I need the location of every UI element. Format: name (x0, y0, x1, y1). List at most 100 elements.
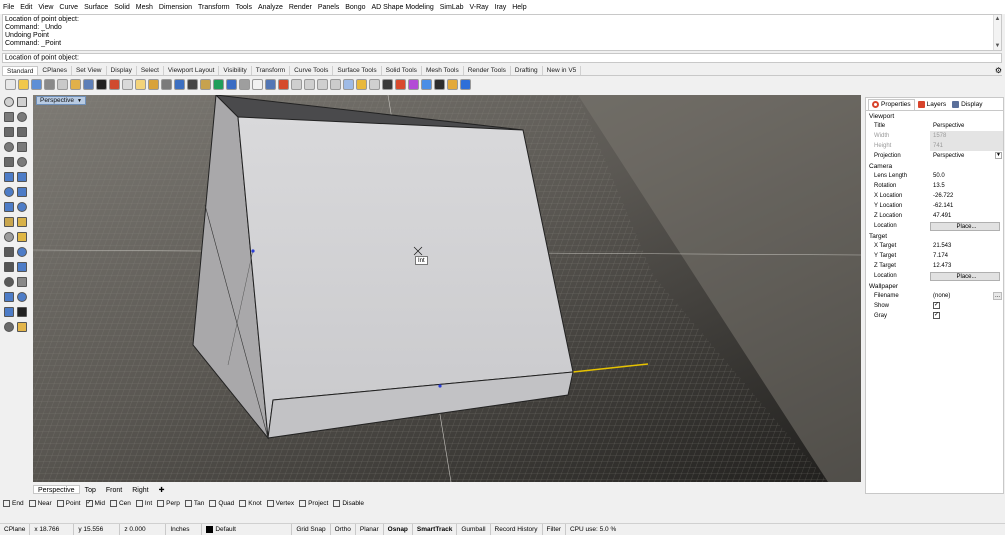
menu-item-mesh[interactable]: Mesh (136, 4, 153, 11)
projection-select[interactable]: Perspective ▼ (930, 151, 1003, 161)
toolbar-tool-icon[interactable] (148, 79, 159, 90)
command-history-scrollbar[interactable]: ▲ ▼ (993, 15, 1001, 50)
menu-item-tools[interactable]: Tools (236, 4, 252, 11)
osnap-checkbox[interactable] (333, 499, 341, 507)
menu-item-render[interactable]: Render (289, 4, 312, 11)
toolbar-tool-icon[interactable] (5, 79, 16, 90)
toolbar-tool-icon[interactable] (213, 79, 224, 90)
left-tool-icon[interactable] (4, 187, 14, 197)
viewport-canvas[interactable] (33, 95, 861, 482)
dropdown-arrow-icon[interactable]: ▼ (77, 98, 82, 104)
left-tool-icon[interactable] (17, 292, 27, 302)
osnap-checkbox[interactable] (209, 499, 217, 507)
grid-snap-toggle[interactable]: Grid Snap (292, 524, 331, 535)
osnap-checkbox[interactable] (266, 499, 274, 507)
toolbar-tool-icon[interactable] (135, 79, 146, 90)
osnap-perp[interactable]: Perp (157, 499, 180, 507)
osnap-project[interactable]: Project (299, 499, 328, 507)
add-viewport-icon[interactable]: ✚ (154, 485, 170, 494)
osnap-checkbox[interactable] (28, 499, 36, 507)
osnap-point[interactable]: Point (56, 499, 81, 507)
left-tool-icon[interactable] (4, 112, 14, 122)
osnap-mid[interactable]: ✓ Mid (85, 499, 105, 507)
left-tool-icon[interactable] (17, 127, 27, 137)
left-tool-icon[interactable] (4, 262, 14, 272)
toolbar-tool-icon[interactable] (187, 79, 198, 90)
menu-item-ad-shape-modeling[interactable]: AD Shape Modeling (372, 4, 434, 11)
tab-surface-tools[interactable]: Surface Tools (333, 66, 382, 75)
osnap-checkbox[interactable] (56, 499, 64, 507)
show-checkbox[interactable]: ✓ (933, 301, 940, 309)
menu-item-analyze[interactable]: Analyze (258, 4, 283, 11)
osnap-toggle[interactable]: Osnap (384, 524, 413, 535)
units-label[interactable]: Inches (166, 524, 203, 535)
tab-drafting[interactable]: Drafting (511, 66, 543, 75)
camera-place-button[interactable]: Place... (930, 221, 1000, 231)
osnap-checkbox[interactable] (135, 499, 143, 507)
osnap-int[interactable]: Int (135, 499, 152, 507)
gear-icon[interactable]: ⚙ (995, 66, 1002, 75)
left-tool-icon[interactable] (4, 172, 14, 182)
left-tool-icon[interactable] (4, 307, 14, 317)
tab-display[interactable]: Display (107, 66, 137, 75)
browse-button[interactable]: ... (993, 292, 1002, 300)
filename-field[interactable]: (none)... (930, 291, 1003, 301)
toolbar-tool-icon[interactable] (109, 79, 120, 90)
tab-visibility[interactable]: Visibility (219, 66, 252, 75)
left-tool-icon[interactable] (17, 247, 27, 257)
toolbar-tool-icon[interactable] (317, 79, 328, 90)
tab-properties[interactable]: Properties (868, 98, 915, 110)
command-prompt[interactable]: Location of point object: (2, 53, 1002, 63)
left-tool-icon[interactable] (4, 157, 14, 167)
x-location-field[interactable]: -26.722 (930, 191, 1003, 201)
toolbar-tool-icon[interactable] (252, 79, 263, 90)
left-tool-icon[interactable] (17, 217, 27, 227)
cplane-label[interactable]: CPlane (0, 524, 31, 535)
toolbar-tool-icon[interactable] (421, 79, 432, 90)
left-tool-icon[interactable] (17, 157, 27, 167)
menu-item-help[interactable]: Help (512, 4, 526, 11)
record-history-toggle[interactable]: Record History (491, 524, 543, 535)
left-tool-icon[interactable] (17, 232, 27, 242)
rotation-field[interactable]: 13.5 (930, 181, 1003, 191)
chevron-down-icon[interactable]: ▼ (995, 152, 1002, 159)
toolbar-tool-icon[interactable] (382, 79, 393, 90)
smarttrack-toggle[interactable]: SmartTrack (413, 524, 458, 535)
toolbar-tool-icon[interactable] (278, 79, 289, 90)
toolbar-tool-icon[interactable] (18, 79, 29, 90)
left-tool-icon[interactable] (4, 247, 14, 257)
y-location-field[interactable]: -62.141 (930, 201, 1003, 211)
toolbar-tool-icon[interactable] (460, 79, 471, 90)
left-tool-icon[interactable] (4, 232, 14, 242)
toolbar-tool-icon[interactable] (356, 79, 367, 90)
toolbar-tool-icon[interactable] (369, 79, 380, 90)
layer-indicator[interactable]: Default (202, 524, 293, 535)
tab-mesh-tools[interactable]: Mesh Tools (422, 66, 464, 75)
left-tool-icon[interactable] (17, 277, 27, 287)
toolbar-tool-icon[interactable] (447, 79, 458, 90)
osnap-checkbox[interactable] (239, 499, 247, 507)
osnap-end[interactable]: End (3, 499, 24, 507)
left-tool-icon[interactable] (4, 142, 14, 152)
toolbar-tool-icon[interactable] (31, 79, 42, 90)
menu-item-curve[interactable]: Curve (59, 4, 78, 11)
osnap-checkbox[interactable] (3, 499, 10, 507)
tab-curve-tools[interactable]: Curve Tools (290, 66, 334, 75)
gray-checkbox[interactable]: ✓ (933, 311, 940, 319)
menu-item-iray[interactable]: Iray (495, 4, 507, 11)
tab-layers[interactable]: Layers (915, 99, 950, 110)
toolbar-tool-icon[interactable] (434, 79, 445, 90)
left-tool-icon[interactable] (17, 142, 27, 152)
left-tool-icon[interactable] (17, 187, 27, 197)
tab-select[interactable]: Select (137, 66, 164, 75)
scroll-up-icon[interactable]: ▲ (994, 15, 1001, 23)
osnap-quad[interactable]: Quad (209, 499, 234, 507)
left-tool-icon[interactable] (17, 262, 27, 272)
tab-perspective[interactable]: Perspective (33, 484, 80, 494)
left-tool-icon[interactable] (4, 277, 14, 287)
osnap-disable[interactable]: Disable (333, 499, 364, 507)
toolbar-tool-icon[interactable] (395, 79, 406, 90)
toolbar-tool-icon[interactable] (200, 79, 211, 90)
osnap-checkbox[interactable] (157, 499, 165, 507)
menu-item-panels[interactable]: Panels (318, 4, 339, 11)
